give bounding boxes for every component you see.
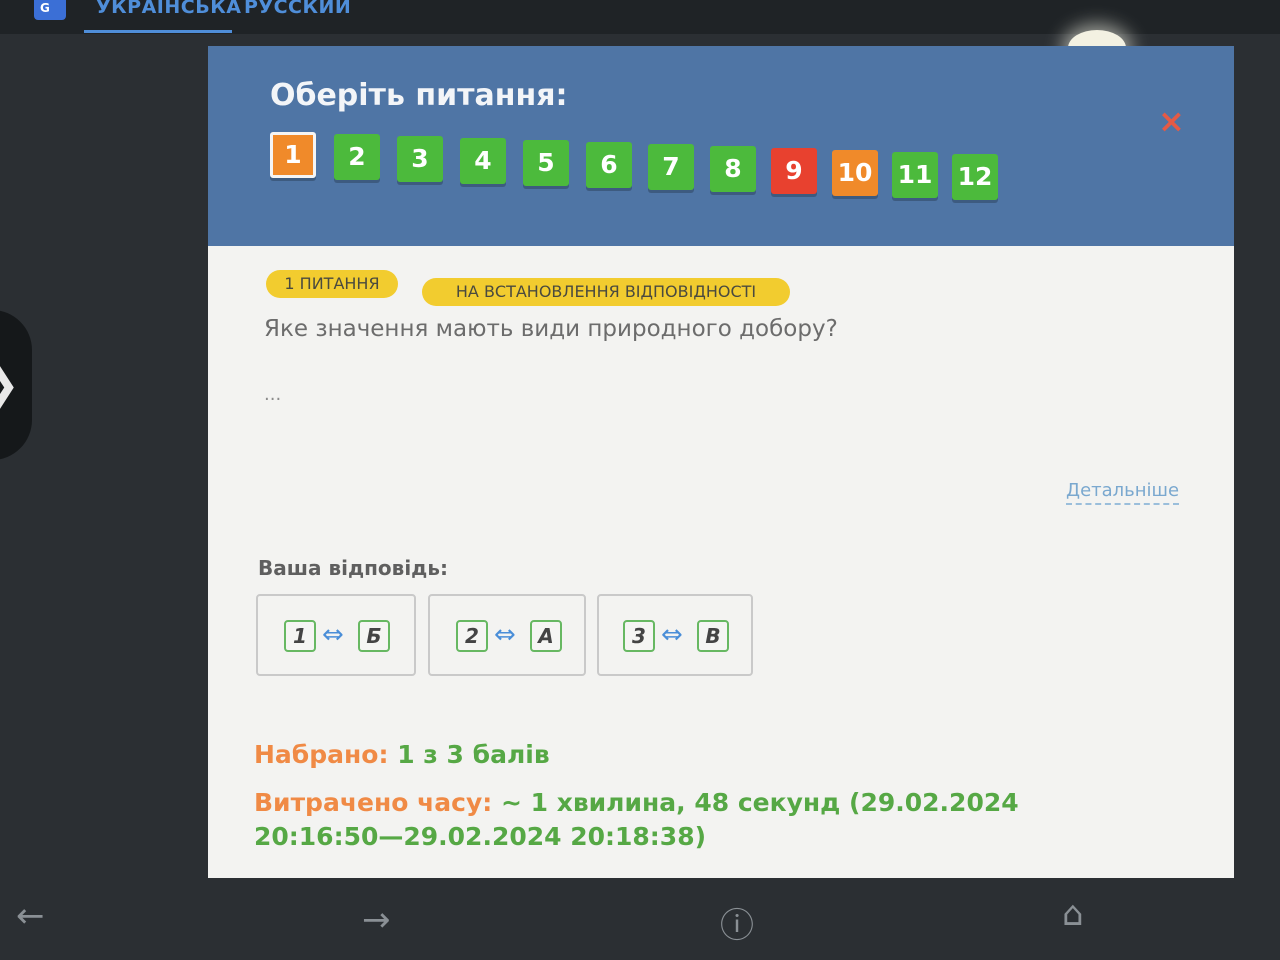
question-number-button[interactable]: 12 [952, 154, 998, 200]
question-number-button[interactable]: 11 [892, 152, 938, 198]
lang-russian-tab[interactable]: РУССКИЙ [244, 0, 351, 18]
question-number-button[interactable]: 2 [334, 134, 380, 180]
home-icon[interactable]: ⌂ [1062, 894, 1084, 934]
question-number-button[interactable]: 5 [523, 140, 569, 186]
score-label: Набрано: [254, 740, 389, 769]
answer-pair: 1 ⇔ Б [256, 594, 416, 676]
modal-header: Оберіть питання: × 1 2 3 4 5 6 7 8 9 10 … [208, 46, 1234, 246]
forward-arrow-icon[interactable]: → [362, 900, 391, 940]
question-index-badge: 1 ПИТАННЯ [266, 270, 398, 298]
score-line: Набрано: 1 з 3 балів [254, 740, 550, 769]
score-value: 1 з 3 балів [397, 740, 550, 769]
pair-arrow-icon: ⇔ [494, 620, 516, 650]
pair-arrow-icon: ⇔ [322, 620, 344, 650]
pair-left-value: 3 [623, 620, 655, 652]
pair-left-value: 1 [284, 620, 316, 652]
pair-right-value: Б [358, 620, 390, 652]
question-number-button[interactable]: 8 [710, 146, 756, 192]
question-text: Яке значення мають види природного добор… [264, 316, 838, 342]
question-number-button[interactable]: 3 [397, 136, 443, 182]
answer-pair: 2 ⇔ А [428, 594, 586, 676]
question-number-button[interactable]: 7 [648, 144, 694, 190]
details-link[interactable]: Детальніше [1066, 480, 1180, 505]
question-number-button[interactable]: 1 [270, 132, 316, 178]
pair-right-value: А [530, 620, 562, 652]
question-picker-modal: Оберіть питання: × 1 2 3 4 5 6 7 8 9 10 … [208, 46, 1234, 878]
question-type-badge: НА ВСТАНОВЛЕННЯ ВІДПОВІДНОСТІ [422, 278, 790, 306]
pair-left-value: 2 [456, 620, 488, 652]
question-ellipsis: ... [264, 384, 282, 405]
answer-label: Ваша відповідь: [258, 556, 448, 580]
back-arrow-icon[interactable]: ← [16, 896, 45, 936]
answer-pair: 3 ⇔ В [597, 594, 753, 676]
pair-arrow-icon: ⇔ [661, 620, 683, 650]
info-icon[interactable]: ⓘ [720, 898, 754, 947]
question-number-button[interactable]: 6 [586, 142, 632, 188]
close-icon[interactable]: × [1158, 102, 1185, 140]
pair-right-value: В [697, 620, 729, 652]
modal-title: Оберіть питання: [270, 78, 568, 113]
side-expand-icon[interactable]: ❯ [0, 310, 32, 460]
question-number-button[interactable]: 9 [771, 148, 817, 194]
lang-ukrainian-tab[interactable]: УКРАЇНСЬКА [96, 0, 241, 18]
active-tab-indicator [84, 30, 232, 33]
question-number-button[interactable]: 10 [832, 150, 878, 196]
time-spent-line: Витрачено часу: ~ 1 хвилина, 48 секунд (… [254, 786, 1124, 854]
translate-icon[interactable]: G [34, 0, 66, 20]
top-bar: G УКРАЇНСЬКА РУССКИЙ [0, 0, 1280, 34]
question-number-button[interactable]: 4 [460, 138, 506, 184]
time-spent-label: Витрачено часу: [254, 788, 493, 817]
